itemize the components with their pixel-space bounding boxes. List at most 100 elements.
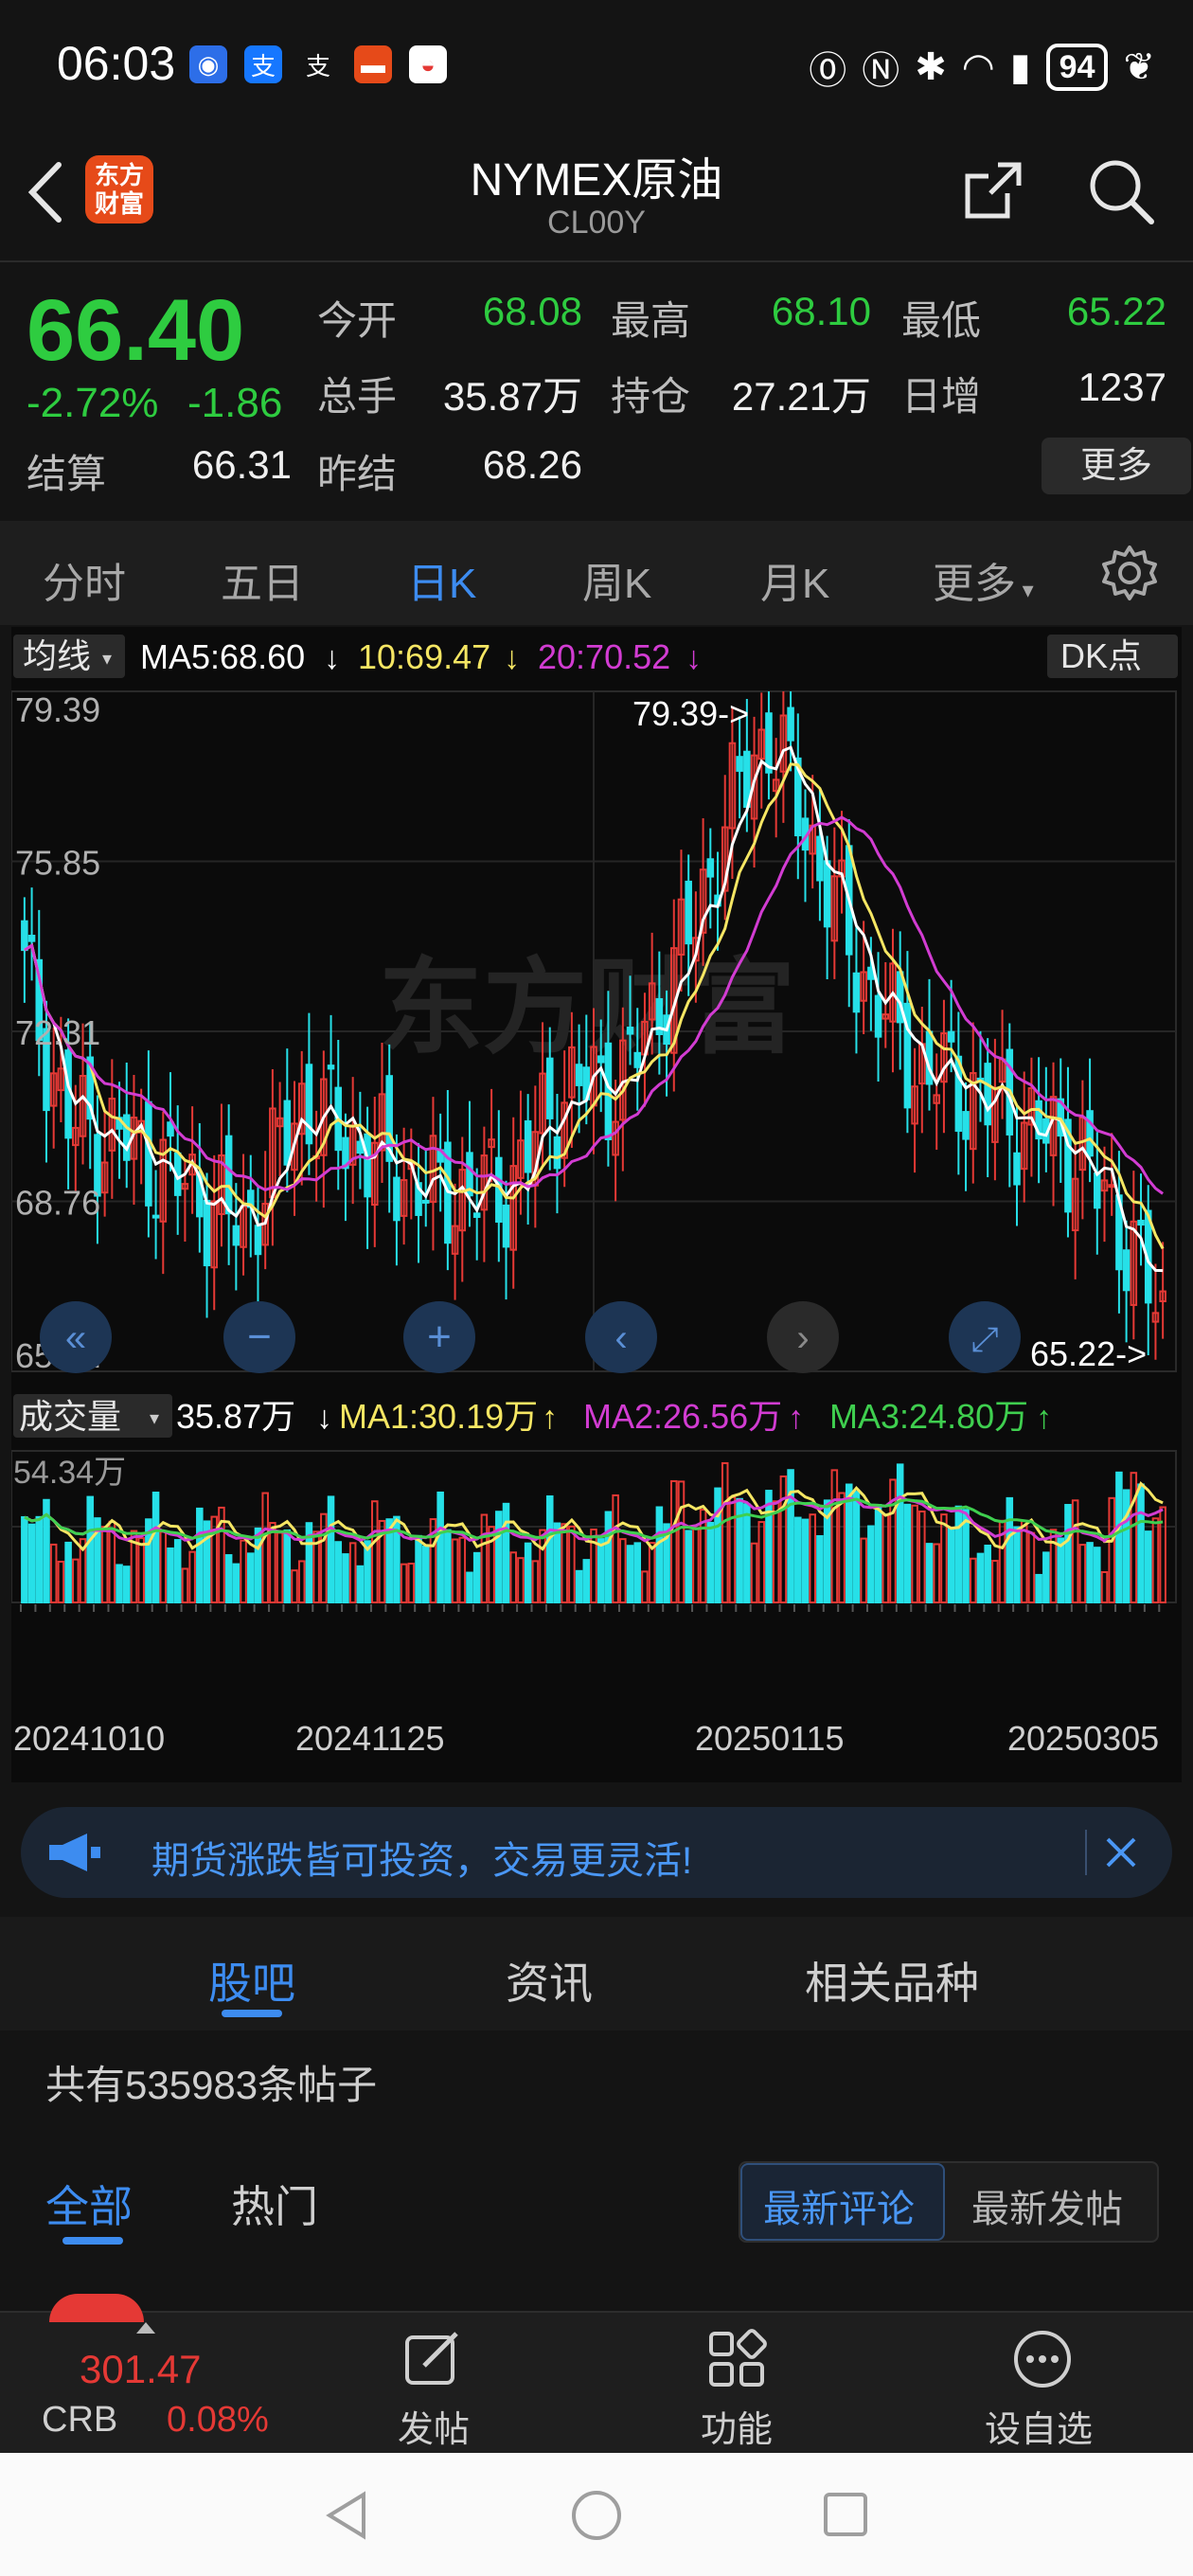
volume-bar (1144, 1530, 1152, 1604)
date-tick-2: 20241125 (295, 1719, 445, 1758)
tab-guba[interactable]: 股吧 (208, 1949, 295, 2012)
volume-bar (816, 1535, 824, 1603)
volume-bar (692, 1527, 700, 1604)
tab-monthly-k[interactable]: 月K (760, 549, 829, 610)
nav-home-icon[interactable] (568, 2489, 625, 2546)
sort-latest-comment[interactable]: 最新评论 (763, 2178, 915, 2233)
scroll-left-button[interactable]: ‹ (585, 1301, 657, 1373)
candle (159, 1111, 168, 1275)
candle (364, 1106, 371, 1249)
candle (830, 827, 839, 979)
volume-bar (1078, 1544, 1087, 1604)
volume-bar (1006, 1496, 1014, 1603)
volume-bar (976, 1552, 985, 1603)
fullscreen-button[interactable]: ⤢ (949, 1301, 1021, 1373)
wifi-icon: ◠ (961, 46, 995, 88)
close-icon[interactable] (1102, 1834, 1140, 1871)
crb-percent[interactable]: 0.08% (167, 2400, 269, 2441)
volume-bar (626, 1545, 634, 1603)
candle (757, 692, 766, 809)
volume-bar (1086, 1542, 1094, 1604)
leaf-icon: ❦ (1123, 46, 1155, 88)
volume-bar (765, 1490, 773, 1603)
volume-bar (582, 1559, 591, 1603)
zoom-in-button[interactable]: + (403, 1301, 475, 1373)
candle (1100, 1146, 1109, 1243)
candle (472, 1168, 481, 1261)
volume-bar (400, 1563, 408, 1604)
zoom-out-button[interactable]: − (223, 1301, 295, 1373)
candle (889, 928, 897, 1073)
volume-bar (269, 1522, 276, 1603)
candle (1042, 1066, 1050, 1172)
volume-bar (553, 1522, 561, 1604)
tab-related[interactable]: 相关品种 (805, 1949, 979, 2012)
tab-intraday[interactable]: 分时 (43, 549, 126, 610)
jump-start-button[interactable]: « (40, 1301, 112, 1373)
tab-more[interactable]: 更多 ▾ (933, 549, 1034, 610)
candle (27, 887, 36, 981)
volume-bar (714, 1487, 721, 1603)
volume-bar (918, 1510, 926, 1603)
more-dots-icon[interactable] (1011, 2328, 1074, 2390)
promo-banner[interactable]: 期货涨跌皆可投资，交易更灵活! (21, 1807, 1172, 1898)
search-icon[interactable] (1085, 155, 1157, 227)
ma20-label: 20:70.52 (538, 637, 670, 676)
volume-bar (415, 1534, 422, 1604)
kline-chart-area[interactable]: 均线 ▾ MA5:68.60 ↓ 10:69.47 ↓ 20:70.52 ↓ D… (10, 627, 1182, 1782)
share-icon[interactable] (960, 157, 1026, 224)
candle-body (1122, 1249, 1131, 1292)
filter-all[interactable]: 全部 (45, 2173, 133, 2235)
volume-bar (1049, 1529, 1058, 1604)
kline-chart[interactable]: 均线 ▾ MA5:68.60 ↓ 10:69.47 ↓ 20:70.52 ↓ D… (10, 627, 1182, 1782)
candle (1035, 1057, 1042, 1184)
volume-bar (502, 1502, 510, 1604)
grid-icon[interactable] (705, 2328, 768, 2390)
settle-value: 66.31 (191, 442, 292, 487)
candle-body (151, 1214, 160, 1219)
candle (962, 1082, 970, 1191)
down-arrow-icon: ↓ (686, 640, 702, 676)
volume-bar (451, 1538, 459, 1603)
tab-daily-k[interactable]: 日K (407, 549, 476, 610)
volume-bar (151, 1492, 160, 1603)
candle-body (823, 860, 831, 928)
volume-bar (903, 1503, 912, 1603)
crb-price[interactable]: 301.47 (80, 2347, 201, 2392)
volume-bar (794, 1516, 802, 1603)
edit-icon[interactable] (401, 2328, 464, 2390)
more-quote-button[interactable]: 更多 (1042, 438, 1191, 494)
crb-label[interactable]: CRB (42, 2400, 117, 2441)
volume-bar (196, 1507, 204, 1604)
vol-ma3-line (24, 1497, 1164, 1540)
volume-bar (633, 1542, 642, 1603)
candle (765, 691, 773, 800)
filter-hot[interactable]: 热门 (231, 2173, 318, 2235)
tab-weekly-k[interactable]: 周K (582, 549, 651, 610)
gear-icon[interactable] (1100, 544, 1159, 602)
candle (721, 775, 729, 921)
candle-body (327, 1064, 335, 1070)
date-axis (20, 1604, 1161, 1612)
tab-news[interactable]: 资讯 (506, 1949, 593, 2012)
status-bar: 06:03 ◉ 支 支 ▬ ◒ ⓪ Ⓝ ✱ ◠ ▮ 94 ❦ (0, 0, 1193, 133)
function-button-label[interactable]: 功能 (701, 2400, 773, 2452)
post-button-label[interactable]: 发帖 (398, 2400, 470, 2452)
tab-five-day[interactable]: 五日 (221, 549, 304, 610)
volume-bar (64, 1541, 72, 1603)
nav-back-icon[interactable] (320, 2489, 373, 2542)
up-arrow-icon: ↑ (1036, 1400, 1052, 1436)
scroll-right-button[interactable]: › (767, 1301, 839, 1373)
volume-bar (1071, 1499, 1079, 1603)
volume-bar (911, 1504, 918, 1604)
volume-bar (604, 1511, 613, 1603)
position-value: 27.21万 (731, 374, 871, 419)
candle (1013, 1106, 1021, 1226)
add-watchlist-label[interactable]: 设自选 (985, 2400, 1093, 2452)
volume-bar (1115, 1471, 1123, 1604)
nav-recents-icon[interactable] (820, 2489, 873, 2542)
volume-bar (72, 1558, 80, 1604)
caret-down-icon: ▾ (1016, 578, 1034, 603)
sort-latest-post[interactable]: 最新发帖 (971, 2178, 1123, 2233)
candle (488, 1088, 495, 1183)
